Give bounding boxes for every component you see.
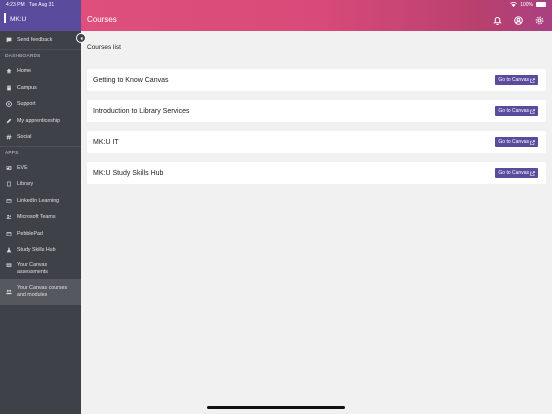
course-card: Getting to Know Canvas Go to Canvas (87, 69, 546, 91)
window-icon (5, 230, 12, 237)
sidebar-item-your-canvas-courses[interactable]: Your Canvas courses and modules (0, 278, 81, 305)
chat-icon (5, 37, 12, 44)
sidebar-item-label: Support (17, 101, 36, 108)
brand-bar (4, 13, 6, 23)
settings-gear-icon[interactable] (535, 16, 544, 25)
external-link-icon (530, 108, 535, 114)
lifebuoy-icon (5, 101, 12, 108)
courses-list-title: Courses list (87, 44, 121, 51)
sidebar: MK:U Send feedback DASHBOARDS Home Campu… (0, 0, 81, 414)
home-indicator[interactable] (207, 406, 345, 409)
window-icon (5, 197, 12, 204)
status-date: Tue Aug 31 (28, 1, 55, 8)
sidebar-item-support[interactable]: Support (0, 96, 81, 113)
sidebar-item-library[interactable]: Library (0, 176, 81, 193)
sidebar-item-label: Home (17, 68, 32, 75)
sidebar-item-label: Library (17, 181, 34, 188)
sidebar-item-send-feedback[interactable]: Send feedback (0, 31, 81, 49)
building-icon (5, 84, 12, 91)
profile-icon[interactable] (514, 16, 523, 25)
status-bar: 4:23 PM Tue Aug 31 100% (0, 0, 552, 9)
go-to-canvas-button[interactable]: Go to Canvas (495, 106, 538, 116)
sidebar-item-label: LinkedIn Learning (17, 197, 60, 204)
brand-name: MK:U (10, 16, 27, 23)
status-right: 100% (510, 2, 546, 8)
go-to-canvas-button[interactable]: Go to Canvas (495, 168, 538, 178)
sidebar-item-home[interactable]: Home (0, 63, 81, 80)
go-to-canvas-button[interactable]: Go to Canvas (495, 75, 538, 85)
course-name: Getting to Know Canvas (93, 76, 169, 84)
pen-icon (5, 117, 12, 124)
course-name: MK:U Study Skills Hub (93, 169, 164, 177)
sidebar-item-label: Social (17, 134, 32, 141)
sidebar-item-pebblepad[interactable]: PebblePad (0, 226, 81, 243)
sidebar-item-label: Microsoft Teams (17, 214, 56, 221)
course-card: Introduction to Library Services Go to C… (87, 100, 546, 122)
bell-icon[interactable] (493, 16, 502, 25)
course-card: MK:U IT Go to Canvas (87, 131, 546, 153)
sidebar-item-eve[interactable]: EVE (0, 160, 81, 177)
top-bar-actions (493, 16, 544, 25)
sidebar-section-dashboards: DASHBOARDS (5, 54, 41, 59)
sidebar-item-label: PebblePad (17, 230, 43, 237)
course-name: MK:U IT (93, 138, 119, 146)
external-link-icon (530, 139, 535, 145)
sidebar-item-label: Campus (17, 84, 37, 91)
sidebar-item-label: My apprenticeship (17, 117, 60, 124)
go-to-canvas-label: Go to Canvas (498, 77, 529, 83)
id-card-icon (5, 164, 12, 171)
go-to-canvas-button[interactable]: Go to Canvas (495, 137, 538, 147)
status-time-date: 4:23 PM Tue Aug 31 (6, 2, 54, 8)
sidebar-item-linkedin-learning[interactable]: LinkedIn Learning (0, 193, 81, 210)
chevron-left-icon (80, 36, 82, 40)
list-icon (5, 262, 12, 269)
sidebar-item-your-canvas-assessments[interactable]: Your Canvas assessments (0, 259, 81, 279)
battery-icon (536, 2, 546, 7)
sidebar-item-label: Your Canvas courses and modules (17, 284, 68, 298)
sidebar-item-label: Study Skills Hub (17, 247, 56, 254)
people-icon (5, 214, 12, 221)
status-time: 4:23 PM (6, 1, 25, 8)
go-to-canvas-label: Go to Canvas (498, 108, 529, 114)
wifi-icon (510, 2, 518, 7)
external-link-icon (530, 77, 535, 83)
collapse-sidebar-button[interactable] (76, 33, 86, 43)
sidebar-item-label: Your Canvas assessments (17, 261, 48, 275)
hash-icon (5, 134, 12, 141)
sidebar-section-apps: APPS (5, 150, 19, 156)
course-name: Introduction to Library Services (93, 107, 190, 115)
course-card: MK:U Study Skills Hub Go to Canvas (87, 162, 546, 184)
home-icon (5, 68, 12, 75)
main-content: Courses list Getting to Know Canvas Go t… (81, 31, 552, 414)
battery-percent: 100% (520, 1, 533, 8)
go-to-canvas-label: Go to Canvas (498, 139, 529, 145)
page-title: Courses (87, 15, 117, 24)
sidebar-item-label: Send feedback (17, 37, 53, 43)
users-icon (5, 288, 12, 295)
sidebar-item-social[interactable]: Social (0, 129, 81, 146)
sidebar-item-study-skills-hub[interactable]: Study Skills Hub (0, 242, 81, 259)
flask-icon (5, 247, 12, 254)
external-link-icon (530, 170, 535, 176)
sidebar-item-campus[interactable]: Campus (0, 80, 81, 97)
go-to-canvas-label: Go to Canvas (498, 170, 529, 176)
book-icon (5, 181, 12, 188)
sidebar-item-microsoft-teams[interactable]: Microsoft Teams (0, 209, 81, 226)
sidebar-item-label: EVE (17, 164, 28, 171)
sidebar-item-my-apprenticeship[interactable]: My apprenticeship (0, 113, 81, 130)
